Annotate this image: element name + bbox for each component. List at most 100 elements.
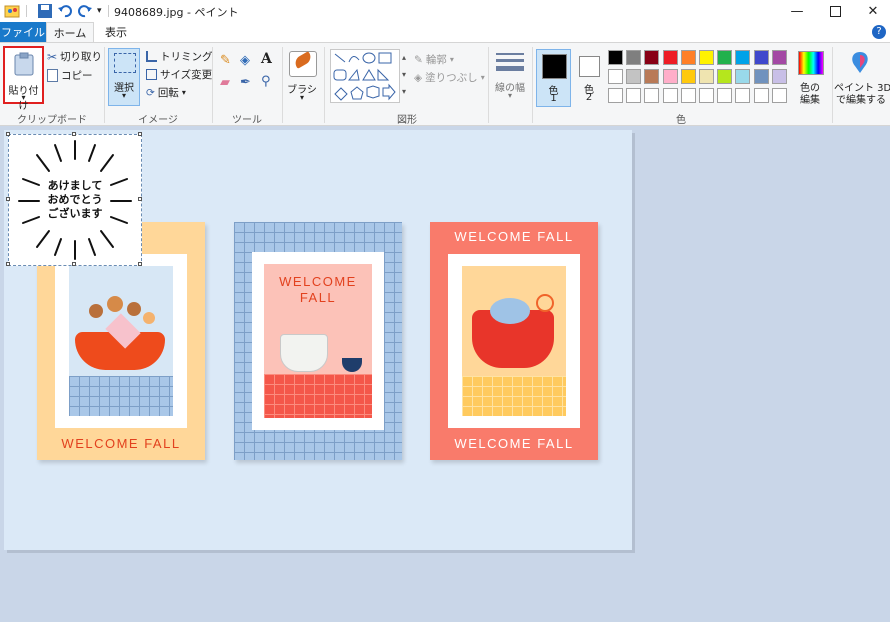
palette-swatch[interactable]: [753, 88, 769, 103]
palette-swatch[interactable]: [626, 88, 642, 103]
size-dropdown-icon: ▾: [507, 91, 512, 100]
pasted-selection[interactable]: あけまして おめでとう ございます: [6, 132, 142, 266]
resize-icon: [146, 69, 157, 80]
palette-swatch[interactable]: [680, 88, 696, 103]
close-button[interactable]: ✕: [856, 0, 890, 22]
minimize-button[interactable]: —: [780, 0, 814, 22]
palette-swatch[interactable]: [735, 88, 751, 103]
palette-swatch[interactable]: [662, 88, 678, 103]
maximize-button[interactable]: [818, 0, 852, 22]
cut-button[interactable]: ✂ 切り取り: [47, 48, 102, 65]
color1-button[interactable]: 色 1: [536, 49, 571, 107]
resize-handle[interactable]: [6, 132, 10, 136]
resize-handle[interactable]: [138, 197, 142, 201]
minimize-icon: —: [790, 3, 804, 19]
paste-button[interactable]: 貼り付け ▾: [3, 46, 44, 112]
redo-icon[interactable]: [77, 3, 93, 19]
fill-icon[interactable]: ◈: [240, 53, 250, 68]
shapes-gallery[interactable]: [330, 49, 400, 103]
palette-swatch[interactable]: [735, 50, 751, 65]
fill-button[interactable]: ◈ 塗りつぶし ▾: [414, 69, 485, 86]
edit-colors-button[interactable]: 色の 編集: [794, 49, 828, 107]
palette-swatch[interactable]: [680, 69, 696, 84]
resize-handle[interactable]: [138, 262, 142, 266]
shapes-group-label: 図形: [397, 115, 417, 126]
palette-swatch[interactable]: [753, 69, 769, 84]
resize-button[interactable]: サイズ変更: [146, 66, 212, 83]
select-button[interactable]: 選択 ▾: [108, 48, 140, 106]
palette-swatch[interactable]: [735, 69, 751, 84]
palette-swatch[interactable]: [699, 69, 714, 84]
group-divider: [488, 47, 489, 123]
tab-view[interactable]: 表示: [96, 22, 136, 42]
size-line: [496, 66, 524, 71]
rotate-button[interactable]: ⟳ 回転 ▾: [146, 84, 186, 101]
palette-swatch[interactable]: [717, 88, 733, 103]
palette-swatch[interactable]: [771, 88, 787, 103]
canvas[interactable]: FALL WELCOME FALL WELCOME FALL: [4, 130, 632, 550]
brush-icon: [289, 51, 317, 77]
select-icon: [114, 53, 136, 73]
palette-swatch[interactable]: [699, 50, 714, 65]
window-title: 9408689.jpg - ペイント: [114, 6, 239, 19]
palette-swatch[interactable]: [662, 69, 678, 84]
palette-swatch[interactable]: [644, 69, 660, 84]
pencil-icon[interactable]: ✎: [220, 53, 231, 68]
save-icon[interactable]: [37, 3, 53, 19]
group-divider: [212, 47, 213, 123]
resize-handle[interactable]: [6, 262, 10, 266]
palette-swatch[interactable]: [608, 88, 623, 103]
group-divider: [832, 47, 833, 123]
palette-swatch[interactable]: [699, 88, 714, 103]
palette-swatch[interactable]: [753, 50, 769, 65]
customize-qa-icon[interactable]: ▾: [97, 6, 102, 16]
image-group-label: イメージ: [138, 115, 178, 126]
palette-swatch[interactable]: [608, 69, 623, 84]
palette-swatch[interactable]: [771, 50, 787, 65]
resize-label: サイズ変更: [160, 69, 213, 81]
tab-home[interactable]: ホーム: [46, 22, 94, 42]
tab-file[interactable]: ファイル: [0, 22, 46, 42]
color2-button[interactable]: 色 2: [574, 49, 604, 107]
eraser-icon[interactable]: ▰: [220, 75, 230, 90]
title-bar: ▾ 9408689.jpg - ペイント — ✕: [0, 0, 890, 22]
clipboard-icon: [14, 52, 34, 76]
help-icon[interactable]: ?: [872, 25, 886, 39]
greeting-line-1: あけまして: [47, 179, 103, 192]
magnifier-icon[interactable]: ⚲: [261, 74, 271, 89]
palette-swatch[interactable]: [717, 50, 733, 65]
palette-swatch[interactable]: [680, 50, 696, 65]
resize-handle[interactable]: [72, 262, 76, 266]
palette-swatch[interactable]: [644, 50, 660, 65]
color1-number: 1: [550, 93, 557, 104]
brushes-button[interactable]: ブラシ ▾: [286, 49, 320, 105]
palette-swatch[interactable]: [626, 50, 642, 65]
resize-handle[interactable]: [138, 132, 142, 136]
palette-swatch[interactable]: [644, 88, 660, 103]
size-button[interactable]: 線の幅 ▾: [492, 49, 528, 105]
shapes-icon: [333, 52, 396, 101]
close-icon: ✕: [867, 3, 879, 19]
undo-icon[interactable]: [57, 3, 73, 19]
copy-button[interactable]: コピー: [47, 67, 93, 84]
resize-handle[interactable]: [72, 132, 76, 136]
rainbow-icon: [798, 51, 824, 75]
workspace[interactable]: FALL WELCOME FALL WELCOME FALL: [0, 126, 890, 622]
resize-handle[interactable]: [6, 197, 10, 201]
color-picker-icon[interactable]: ✒: [240, 75, 251, 90]
palette-swatch[interactable]: [608, 50, 623, 65]
outline-label: 輪郭: [425, 54, 447, 66]
paint3d-button[interactable]: ペイント 3D で編集する: [834, 49, 890, 109]
palette-swatch[interactable]: [717, 69, 733, 84]
palette-swatch[interactable]: [662, 50, 678, 65]
copy-label: コピー: [61, 70, 93, 82]
shapes-scroll[interactable]: ▴ ▾ ▾: [400, 49, 408, 101]
text-icon[interactable]: A: [261, 51, 272, 67]
color1-swatch: [542, 54, 567, 79]
palette-swatch[interactable]: [771, 69, 787, 84]
crop-button[interactable]: トリミング: [146, 48, 213, 65]
clipboard-group-label: クリップボード: [17, 115, 87, 126]
outline-button[interactable]: ✎ 輪郭 ▾: [414, 51, 454, 68]
palette-swatch[interactable]: [626, 69, 642, 84]
stamp-card-2: WELCOME FALL: [234, 222, 402, 460]
